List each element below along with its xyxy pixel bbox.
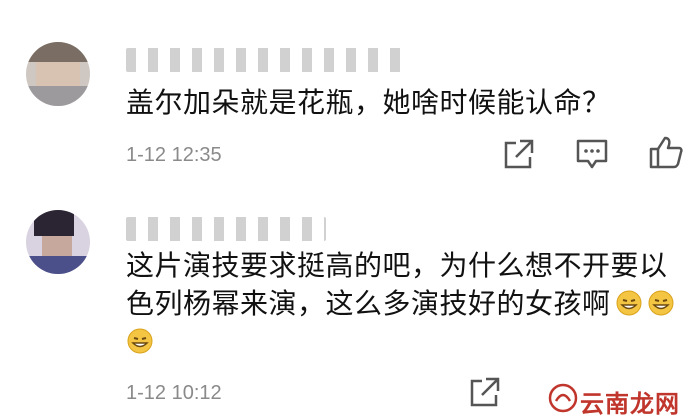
grin-emoji: [127, 328, 153, 354]
avatar[interactable]: [26, 42, 90, 106]
grin-emoji: [616, 290, 642, 316]
thumbs-up-icon: [649, 136, 683, 169]
watermark: 云南龙网: [544, 378, 694, 418]
comment-time: 1-12 12:35: [126, 144, 222, 166]
grin-emoji: [648, 290, 674, 316]
watermark-logo-icon: [548, 383, 578, 413]
comment-text: 这片演技要求挺高的吧，为什么想不开要以 色列杨幂来演，这么多演技好的女孩啊: [126, 247, 696, 361]
comment-icon: [576, 139, 608, 169]
avatar[interactable]: [26, 210, 90, 274]
share-icon: [504, 139, 534, 169]
username[interactable]: [126, 217, 326, 241]
comment-item: 盖尔加朵就是花瓶，她啥时候能认命？ 1-12 12:35: [0, 0, 700, 195]
comment-text-line: [126, 323, 696, 361]
comment-text: 盖尔加朵就是花瓶，她啥时候能认命？: [126, 86, 611, 119]
comment-text-line: 这片演技要求挺高的吧，为什么想不开要以: [126, 249, 668, 282]
username[interactable]: [126, 48, 406, 72]
like-button[interactable]: [648, 135, 684, 169]
comment-button[interactable]: [574, 137, 610, 171]
comment-time: 1-12 10:12: [126, 382, 222, 404]
share-icon: [470, 377, 500, 407]
comment-text-line: 色列杨幂来演，这么多演技好的女孩啊: [126, 285, 696, 323]
watermark-text: 云南龙网: [580, 389, 680, 418]
share-button[interactable]: [466, 375, 502, 409]
share-button[interactable]: [500, 137, 536, 171]
